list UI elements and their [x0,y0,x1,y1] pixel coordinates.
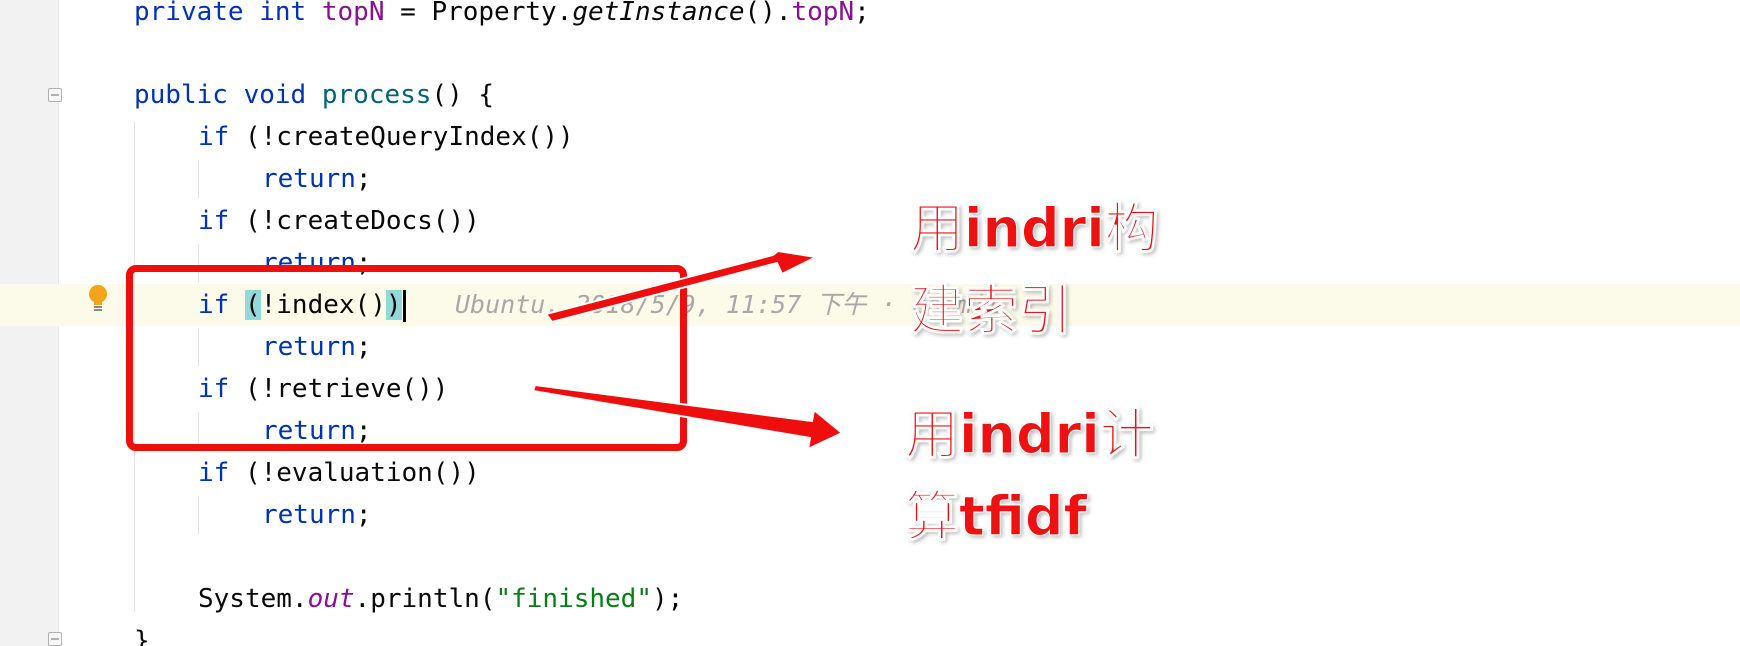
annotation-label-tfidf: 算tfidf [905,485,1088,548]
arrow-to-index-label [544,249,820,324]
annotation-label-index: 建索引 [910,279,1073,342]
arrow-to-tfidf-label [531,383,844,451]
code-editor[interactable]: private int topN = Property.getInstance(… [0,0,1740,646]
annotation-label-tfidf: 用indri计 [905,403,1155,466]
annotation-arrows [531,249,844,451]
annotation-label-index: 用indri构 [910,197,1160,260]
